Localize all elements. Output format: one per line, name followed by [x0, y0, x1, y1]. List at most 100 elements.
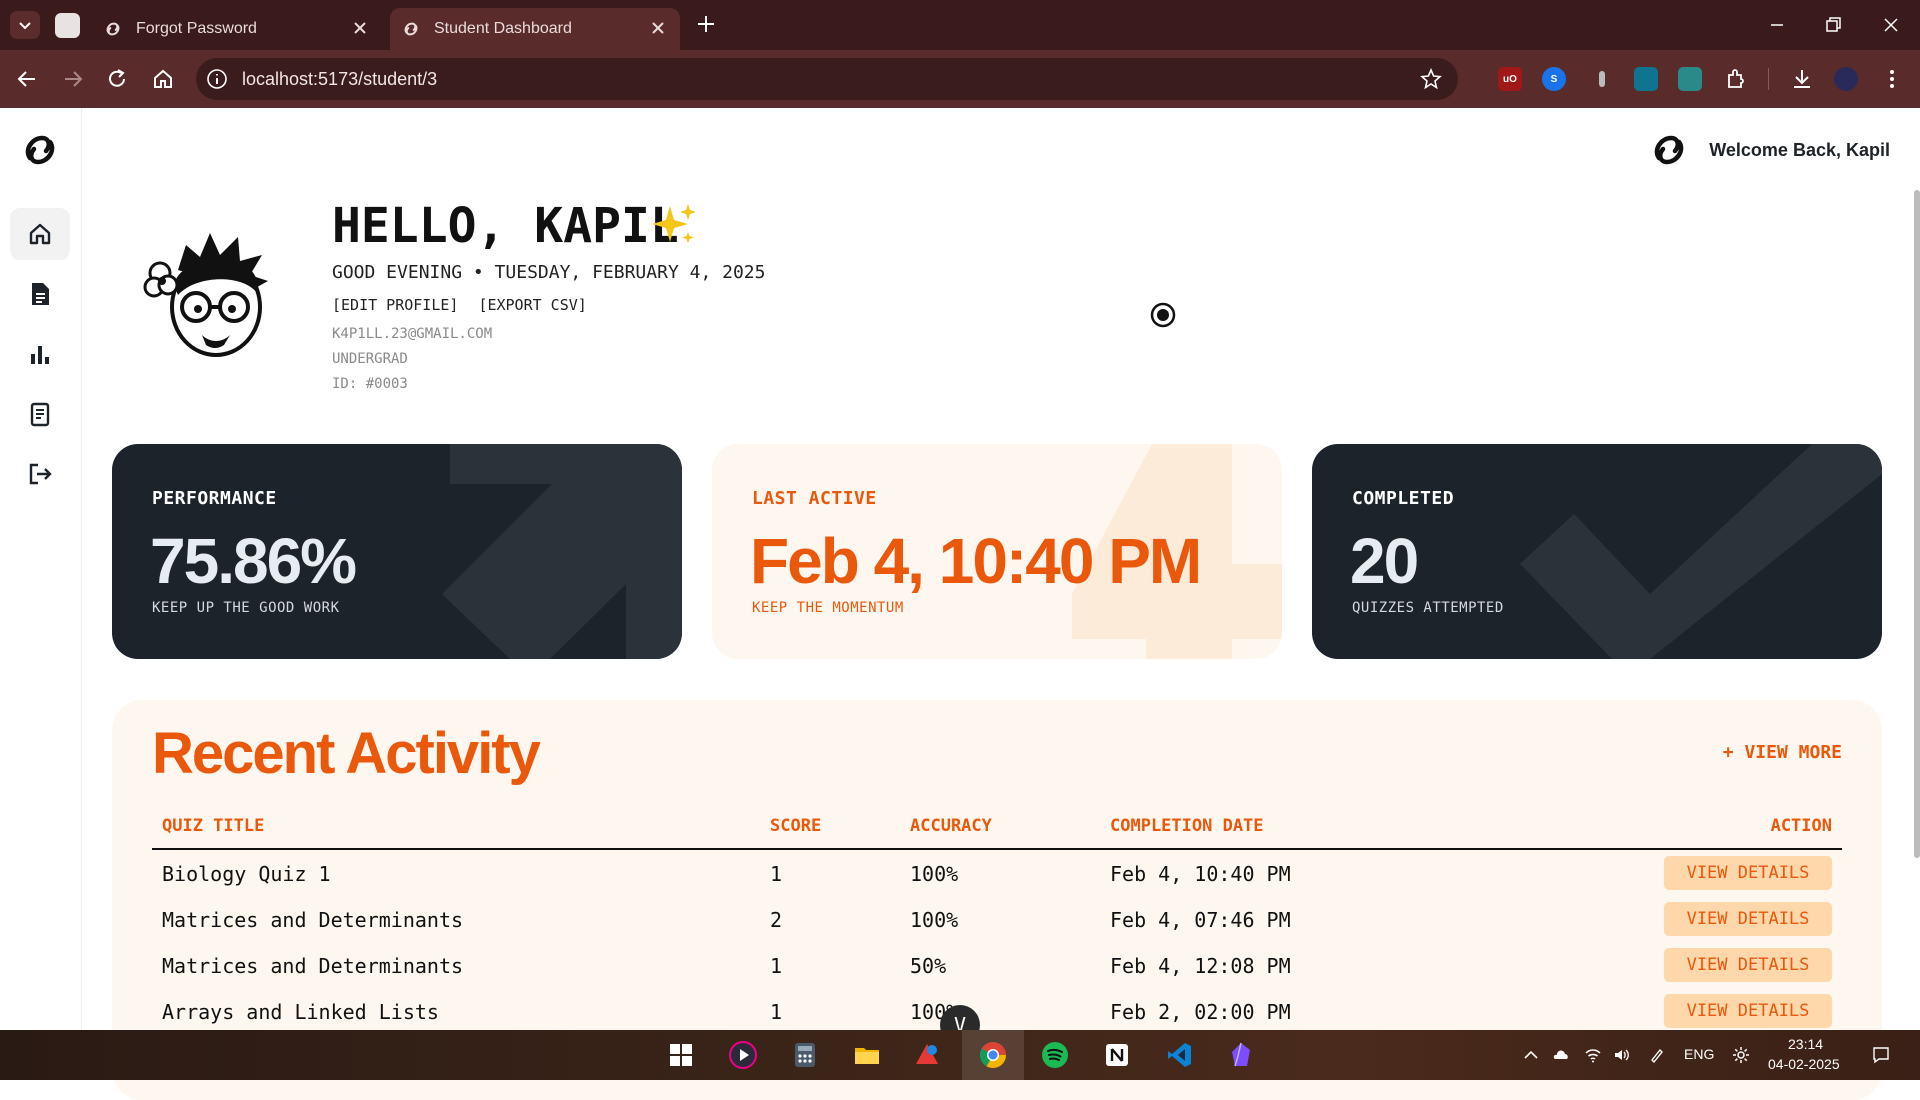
column-header-accuracy: ACCURACY [910, 816, 992, 836]
app-logo-icon[interactable] [20, 130, 60, 170]
column-header-score: SCORE [770, 816, 822, 836]
avatar [143, 233, 268, 357]
quiz-score: 1 [770, 862, 783, 886]
quiz-score: 1 [770, 954, 783, 978]
site-logo-icon [404, 22, 418, 36]
vscode-icon[interactable] [1164, 1040, 1194, 1070]
welcome-header: Welcome Back, Kapil [1649, 130, 1890, 170]
ublock-extension-icon[interactable]: uO [1498, 67, 1522, 91]
media-player-icon[interactable] [728, 1040, 758, 1070]
photos-app-icon[interactable] [912, 1040, 942, 1070]
clock-date[interactable]: 04-02-2025 [1768, 1056, 1840, 1072]
sidebar-item-documents[interactable] [10, 268, 70, 320]
reload-icon[interactable] [104, 66, 130, 92]
notion-icon[interactable] [1102, 1040, 1132, 1070]
close-window-icon[interactable] [1878, 12, 1904, 38]
back-icon[interactable] [14, 66, 40, 92]
address-bar[interactable]: localhost:5173/student/3 [196, 58, 1458, 100]
sidebar-item-home[interactable] [10, 208, 70, 260]
restore-icon[interactable] [1820, 12, 1846, 38]
profile-actions: [EDIT PROFILE] [EXPORT CSV] [332, 296, 587, 314]
forward-icon[interactable] [60, 66, 86, 92]
view-more-link[interactable]: + VIEW MORE [1723, 742, 1842, 763]
clock-time[interactable]: 23:14 [1788, 1036, 1823, 1052]
profile-avatar[interactable] [1834, 67, 1858, 91]
home-icon[interactable] [150, 66, 176, 92]
chrome-icon[interactable] [978, 1040, 1008, 1070]
tab-group-icon[interactable] [55, 13, 80, 38]
column-header-quiz-title: QUIZ TITLE [162, 816, 265, 836]
sidebar-item-quizzes[interactable] [10, 388, 70, 440]
screenshot-extension-icon[interactable] [1634, 67, 1658, 91]
quiz-list-icon [30, 402, 50, 427]
export-csv-link[interactable]: [EXPORT CSV] [478, 296, 586, 314]
spotify-icon[interactable] [1040, 1040, 1070, 1070]
wifi-icon[interactable] [1584, 1046, 1602, 1064]
quiz-date: Feb 2, 02:00 PM [1110, 1000, 1291, 1024]
logout-icon [29, 463, 52, 485]
minimize-icon[interactable] [1764, 12, 1790, 38]
edit-profile-link[interactable]: [EDIT PROFILE] [332, 296, 458, 314]
windows-start-icon[interactable] [666, 1040, 696, 1070]
quiz-title: Matrices and Determinants [162, 954, 464, 978]
home-icon [29, 223, 51, 245]
url-text: localhost:5173/student/3 [242, 69, 438, 89]
download-icon[interactable] [1790, 67, 1814, 91]
view-details-button[interactable]: VIEW DETAILS [1664, 948, 1832, 982]
site-info-icon[interactable] [206, 68, 228, 90]
sidebar-item-logout[interactable] [10, 448, 70, 500]
table-row: Biology Quiz 1 1 100% Feb 4, 10:40 PM VI… [152, 850, 1842, 896]
quiz-score: 2 [770, 908, 783, 932]
greeting-date: GOOD EVENING • TUESDAY, FEBRUARY 4, 2025 [332, 262, 766, 283]
performance-card: PERFORMANCE 75.86% KEEP UP THE GOOD WORK [112, 444, 682, 659]
browser-toolbar: localhost:5173/student/3 uO S [0, 50, 1920, 108]
tab-title: Student Dashboard [434, 20, 572, 37]
tab-search-button[interactable] [10, 11, 40, 39]
site-logo-icon [106, 22, 120, 36]
calculator-icon[interactable] [790, 1040, 820, 1070]
chevron-up-icon[interactable] [1522, 1046, 1540, 1064]
onedrive-icon[interactable] [1552, 1046, 1570, 1064]
sidebar-item-analytics[interactable] [10, 328, 70, 380]
card-value: Feb 4, 10:40 PM [750, 525, 1202, 597]
view-details-button[interactable]: VIEW DETAILS [1664, 902, 1832, 936]
shazam-extension-icon[interactable]: S [1542, 67, 1566, 91]
quiz-score: 1 [770, 1000, 783, 1024]
card-label: COMPLETED [1352, 488, 1455, 509]
table-header: QUIZ TITLE SCORE ACCURACY COMPLETION DAT… [152, 806, 1842, 850]
view-details-button[interactable]: VIEW DETAILS [1664, 994, 1832, 1028]
settings-gear-icon[interactable] [1732, 1046, 1750, 1064]
close-icon[interactable] [352, 20, 368, 36]
quiz-accuracy: 100% [910, 862, 959, 886]
dropper-extension-icon[interactable] [1590, 67, 1614, 91]
card-value: 75.86% [150, 525, 357, 597]
pen-icon[interactable] [1648, 1046, 1666, 1064]
welcome-text: Welcome Back, Kapil [1709, 139, 1890, 160]
bar-chart-icon [31, 346, 49, 364]
chevron-down-icon [19, 22, 31, 30]
table-row: Arrays and Linked Lists 1 100% Feb 2, 02… [152, 988, 1842, 1034]
card-subtext: KEEP UP THE GOOD WORK [152, 600, 340, 616]
sparkles-icon [652, 204, 696, 243]
file-explorer-icon[interactable] [852, 1040, 882, 1070]
page-scrollbar[interactable] [1914, 190, 1920, 858]
profile-level: UNDERGRAD [332, 351, 408, 367]
tab-forgot-password[interactable]: Forgot Password [92, 8, 382, 50]
notifications-icon[interactable] [1872, 1046, 1890, 1064]
extensions-puzzle-icon[interactable] [1724, 67, 1748, 91]
close-icon[interactable] [650, 20, 666, 36]
language-indicator[interactable]: ENG [1684, 1046, 1714, 1062]
browser-titlebar: Forgot Password Student Dashboard [0, 0, 1920, 50]
view-details-button[interactable]: VIEW DETAILS [1664, 856, 1832, 890]
new-tab-icon[interactable] [695, 13, 717, 35]
windows-taskbar: ENG 23:14 04-02-2025 [0, 1030, 1920, 1080]
obsidian-icon[interactable] [1226, 1040, 1256, 1070]
volume-icon[interactable] [1612, 1046, 1630, 1064]
bookmark-star-icon[interactable] [1420, 68, 1442, 90]
card-subtext: KEEP THE MOMENTUM [752, 600, 904, 616]
grid-extension-icon[interactable] [1678, 67, 1702, 91]
menu-dots-icon[interactable] [1880, 67, 1904, 91]
page-title: HELLO, KAPIL [332, 198, 679, 254]
card-subtext: QUIZZES ATTEMPTED [1352, 600, 1504, 616]
tab-student-dashboard[interactable]: Student Dashboard [390, 8, 680, 50]
